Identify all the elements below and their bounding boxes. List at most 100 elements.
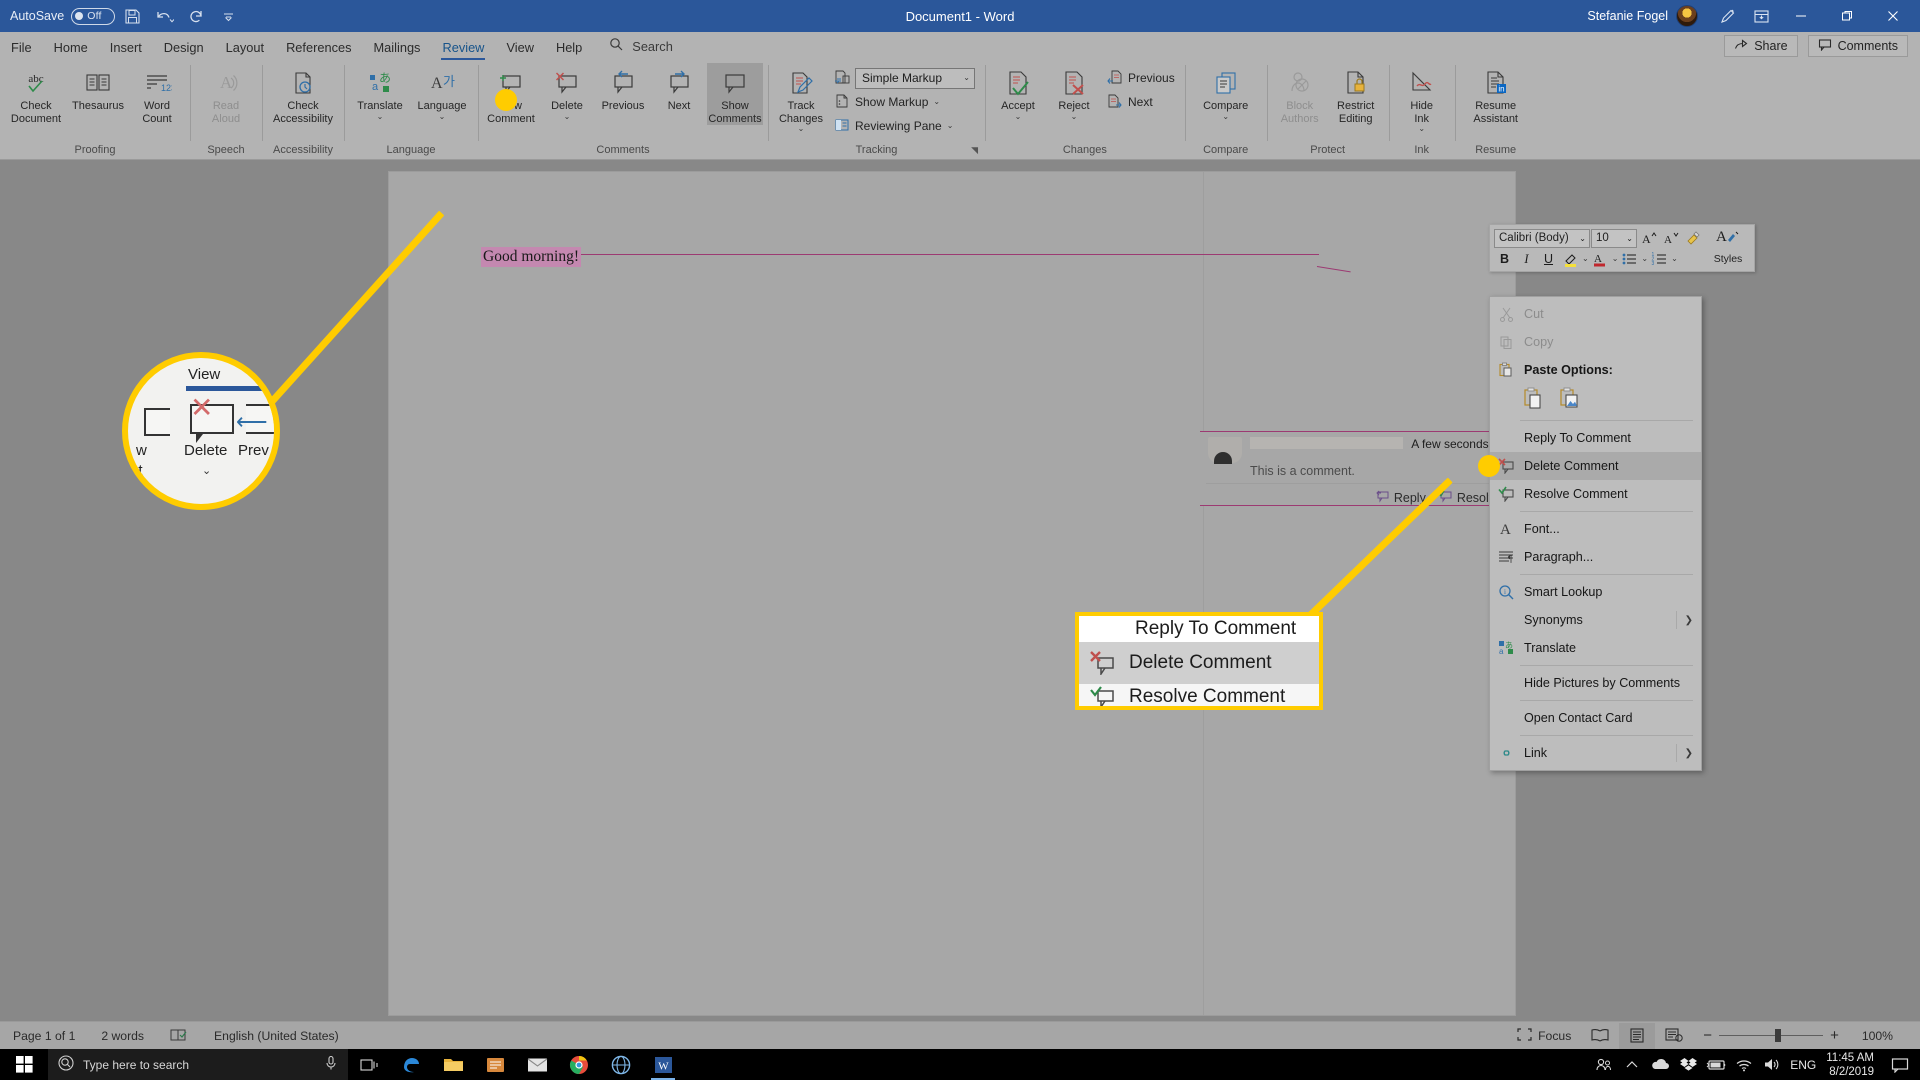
reject-caret-icon[interactable]: ⌄ — [1071, 112, 1078, 121]
tab-help[interactable]: Help — [545, 37, 593, 60]
zoom-in-button[interactable]: + — [1830, 1027, 1839, 1044]
language-caret-icon[interactable]: ⌄ — [439, 112, 446, 121]
zoom-slider[interactable]: − + — [1693, 1027, 1849, 1044]
user-name[interactable]: Stefanie Fogel — [1587, 9, 1668, 23]
context-item-hide-pictures-by-comments[interactable]: Hide Pictures by Comments — [1490, 669, 1701, 697]
format-painter-icon[interactable] — [1682, 228, 1703, 248]
ink-pen-icon[interactable] — [1710, 1, 1744, 31]
context-item-synonyms[interactable]: Synonyms ❯ — [1490, 606, 1701, 634]
numbering-icon[interactable]: 123 — [1649, 249, 1670, 269]
battery-icon[interactable] — [1702, 1049, 1730, 1080]
accept-caret-icon[interactable]: ⌄ — [1015, 112, 1022, 121]
context-item-paragraph[interactable]: ¶ Paragraph... — [1490, 543, 1701, 571]
undo-icon[interactable] — [149, 3, 179, 29]
search-input[interactable]: Type here to search — [48, 1049, 348, 1080]
next-change-button[interactable]: Next — [1102, 91, 1180, 113]
highlight-chevron-down-icon[interactable]: ⌄ — [1582, 255, 1589, 263]
accept-button[interactable]: Accept ⌄ — [990, 63, 1046, 121]
thesaurus-button[interactable]: Thesaurus — [67, 63, 129, 113]
language-indicator[interactable]: English (United States) — [201, 1029, 352, 1043]
context-item-font[interactable]: A Font... — [1490, 515, 1701, 543]
compare-caret-icon[interactable]: ⌄ — [1222, 112, 1229, 121]
bold-icon[interactable]: B — [1494, 249, 1515, 269]
zoom-track[interactable] — [1719, 1029, 1824, 1042]
zoom-out-button[interactable]: − — [1703, 1027, 1712, 1044]
grow-font-icon[interactable]: A — [1638, 228, 1659, 248]
redo-icon[interactable] — [181, 3, 211, 29]
ribbon-display-options-icon[interactable] — [1744, 1, 1778, 31]
zoom-level[interactable]: 100% — [1849, 1029, 1906, 1043]
search-box[interactable]: Search — [593, 34, 685, 60]
close-button[interactable] — [1870, 0, 1916, 32]
context-item-delete-comment[interactable]: Delete Comment — [1490, 452, 1701, 480]
save-icon[interactable] — [117, 3, 147, 29]
translate-caret-icon[interactable]: ⌄ — [377, 112, 384, 121]
minimize-button[interactable] — [1778, 0, 1824, 32]
font-color-icon[interactable]: A — [1590, 249, 1611, 269]
italic-icon[interactable]: I — [1516, 249, 1537, 269]
comments-button[interactable]: Comments — [1807, 35, 1908, 57]
print-layout-icon[interactable] — [1619, 1022, 1656, 1049]
show-markup-button[interactable]: Show Markup ⌄ — [829, 91, 980, 113]
customize-qat-icon[interactable] — [213, 3, 243, 29]
previous-change-button[interactable]: Previous — [1102, 67, 1180, 89]
context-item-resolve-comment[interactable]: Resolve Comment — [1490, 480, 1701, 508]
tracking-dialog-launcher-icon[interactable]: ◥ — [971, 145, 978, 156]
context-item-copy[interactable]: Copy — [1490, 328, 1701, 356]
context-item-reply-to-comment[interactable]: Reply To Comment — [1490, 424, 1701, 452]
autosave-switch[interactable]: Off — [71, 7, 116, 25]
document-page[interactable]: Good morning! — [388, 171, 1516, 1016]
word-count-button[interactable]: 123 Word Count — [129, 63, 185, 125]
keep-source-formatting-icon[interactable] — [1520, 386, 1546, 412]
zoom-thumb[interactable] — [1775, 1029, 1782, 1042]
web-layout-icon[interactable] — [1655, 1023, 1693, 1049]
reject-button[interactable]: Reject ⌄ — [1046, 63, 1102, 121]
bullets-chevron-down-icon[interactable]: ⌄ — [1641, 255, 1648, 263]
show-comments-button[interactable]: Show Comments — [707, 63, 763, 125]
font-name-combo[interactable]: Calibri (Body) ⌄ — [1494, 228, 1590, 248]
comment-card[interactable]: A few seconds ago This is a comment. Rep… — [1200, 431, 1520, 506]
picture-icon[interactable] — [1556, 386, 1582, 412]
hide-ink-button[interactable]: Hide Ink ⌄ — [1394, 63, 1450, 133]
browser-icon[interactable] — [600, 1049, 642, 1080]
read-aloud-button[interactable]: A Read Aloud — [195, 63, 257, 125]
dropbox-icon[interactable] — [1674, 1049, 1702, 1080]
markup-view-combo[interactable]: Simple Markup ⌄ — [855, 67, 975, 89]
windows-start-icon[interactable] — [0, 1049, 48, 1080]
input-language[interactable]: ENG — [1786, 1049, 1820, 1080]
chrome-icon[interactable] — [558, 1049, 600, 1080]
document-body-text[interactable]: Good morning! — [481, 247, 582, 267]
tab-insert[interactable]: Insert — [99, 37, 153, 60]
check-accessibility-button[interactable]: Check Accessibility — [267, 63, 339, 125]
shrink-font-icon[interactable]: A — [1660, 228, 1681, 248]
context-item-smart-lookup[interactable]: i Smart Lookup — [1490, 578, 1701, 606]
read-mode-icon[interactable] — [1581, 1023, 1619, 1049]
volume-icon[interactable] — [1758, 1049, 1786, 1080]
task-view-icon[interactable] — [348, 1049, 390, 1080]
next-comment-button[interactable]: Next — [651, 63, 707, 113]
wifi-icon[interactable] — [1730, 1049, 1758, 1080]
context-item-cut[interactable]: Cut — [1490, 300, 1701, 328]
numbering-chevron-down-icon[interactable]: ⌄ — [1671, 255, 1678, 263]
track-changes-caret-icon[interactable]: ⌄ — [798, 125, 805, 133]
language-button[interactable]: A가 Language ⌄ — [411, 63, 473, 121]
tab-mailings[interactable]: Mailings — [363, 37, 432, 60]
context-item-open-contact-card[interactable]: Open Contact Card — [1490, 704, 1701, 732]
tab-review[interactable]: Review — [431, 37, 495, 60]
word-icon[interactable]: W — [642, 1049, 684, 1080]
onedrive-icon[interactable] — [1646, 1049, 1674, 1080]
previous-comment-button[interactable]: Previous — [595, 63, 651, 113]
tab-view[interactable]: View — [495, 37, 545, 60]
reviewing-pane-caret-icon[interactable]: ⌄ — [947, 122, 954, 130]
clock[interactable]: 11:45 AM 8/2/2019 — [1820, 1051, 1886, 1079]
delete-caret-icon[interactable]: ⌄ — [564, 112, 571, 121]
tab-file[interactable]: File — [0, 37, 43, 60]
action-center-icon[interactable] — [1886, 1049, 1914, 1080]
edge-icon[interactable] — [390, 1049, 432, 1080]
font-size-combo[interactable]: 10 ⌄ — [1591, 228, 1637, 248]
font-color-chevron-down-icon[interactable]: ⌄ — [1612, 255, 1619, 263]
focus-mode-button[interactable]: Focus — [1507, 1023, 1581, 1049]
styles-button[interactable]: A — [1706, 226, 1750, 251]
hide-ink-caret-icon[interactable]: ⌄ — [1418, 125, 1425, 133]
microphone-icon[interactable] — [324, 1055, 348, 1074]
